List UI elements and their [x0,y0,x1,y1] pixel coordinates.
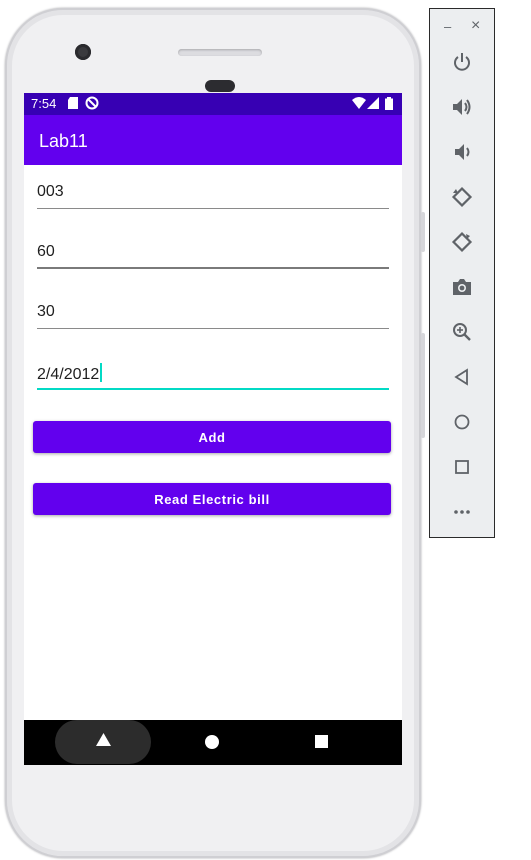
power-icon[interactable] [451,51,473,73]
input-underline [37,388,389,390]
back-triangle-icon[interactable] [96,733,111,746]
home-icon[interactable] [451,411,473,433]
status-time: 7:54 [31,96,57,111]
camera-icon[interactable] [451,276,473,298]
date-value: 2/4/2012 [37,366,100,383]
overview-icon[interactable] [451,456,473,478]
phone-side-button [421,212,425,252]
signal-icon [367,97,379,109]
add-button[interactable]: Add [33,421,391,453]
units-value: 60 [37,243,55,260]
text-cursor [100,363,103,382]
volume-up-icon[interactable] [451,96,473,118]
wifi-icon [352,97,366,109]
units-input[interactable]: 60 [37,241,389,269]
rotate-right-icon[interactable] [451,231,473,253]
front-camera [75,44,91,60]
navigation-bar [24,720,402,765]
rotate-left-icon[interactable] [451,186,473,208]
close-button[interactable]: × [471,17,480,35]
volume-down-icon[interactable] [451,141,473,163]
input-underline [37,208,389,209]
bill-id-value: 003 [37,183,64,200]
earpiece-speaker [178,49,262,56]
minimize-button[interactable]: – [444,19,451,34]
bill-id-input[interactable]: 003 [37,181,389,209]
app-title: Lab11 [39,131,88,151]
status-bar: 7:54 [24,93,402,115]
more-icon[interactable] [451,501,473,523]
proximity-sensor [205,80,235,92]
home-circle-icon[interactable] [205,735,219,749]
do-not-disturb-icon [85,96,99,110]
battery-icon [385,97,393,110]
input-underline [37,267,389,269]
back-icon[interactable] [451,366,473,388]
app-bar: Lab11 [24,115,402,165]
amount-value: 30 [37,303,55,320]
input-underline [37,328,389,329]
device-screen: 7:54 Lab11 003 60 30 2/4/2012 Add Read E… [24,93,402,765]
date-input[interactable]: 2/4/2012 [37,361,389,390]
emulator-control-panel: – × [429,8,495,538]
sd-card-icon [68,97,78,109]
overview-square-icon[interactable] [315,735,328,748]
read-electric-bill-button[interactable]: Read Electric bill [33,483,391,515]
zoom-icon[interactable] [451,321,473,343]
amount-input[interactable]: 30 [37,301,389,329]
phone-side-button [421,333,425,438]
